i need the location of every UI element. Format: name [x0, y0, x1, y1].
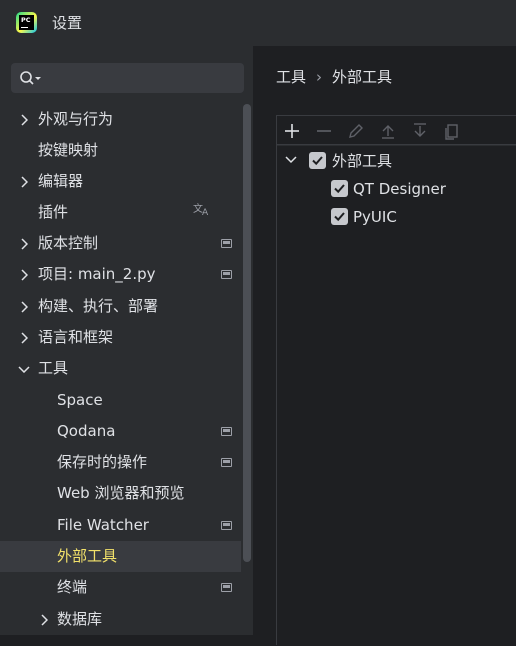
project-level-icon — [221, 583, 232, 592]
sidebar-item-label: 语言和框架 — [38, 328, 114, 346]
sidebar-item-actions-on-save[interactable]: 保存时的操作 — [0, 447, 241, 478]
tool-label: QT Designer — [353, 180, 446, 198]
settings-content: 工具 › 外部工具 外部工具 QT Designer PyUIC — [253, 46, 516, 646]
tool-group-row[interactable]: 外部工具 — [277, 147, 516, 175]
move-up-icon[interactable] — [378, 121, 398, 141]
project-level-icon — [221, 270, 232, 279]
sidebar-item-external-tools[interactable]: 外部工具 — [0, 541, 241, 572]
sidebar-item-tools[interactable]: 工具 — [0, 353, 241, 384]
tool-row[interactable]: PyUIC — [277, 203, 516, 231]
project-level-icon — [221, 458, 232, 467]
sidebar-item-label: 版本控制 — [38, 234, 99, 252]
sidebar-item-label: 插件 — [38, 203, 69, 221]
sidebar-item-label: 数据库 — [57, 610, 103, 628]
pycharm-logo-icon: PC — [16, 12, 37, 33]
sidebar-scrollbar[interactable] — [243, 104, 251, 562]
sidebar-item-label: File Watcher — [57, 516, 149, 534]
move-down-icon[interactable] — [410, 121, 430, 141]
add-icon[interactable] — [282, 121, 302, 141]
sidebar-item-version-control[interactable]: 版本控制 — [0, 228, 241, 259]
sidebar-item-label: 外观与行为 — [38, 110, 114, 128]
search-icon — [20, 71, 41, 85]
project-level-icon — [221, 521, 232, 530]
sidebar-item-label: 保存时的操作 — [57, 453, 148, 471]
external-tools-panel: 外部工具 QT Designer PyUIC — [276, 115, 516, 646]
sidebar-item-space[interactable]: Space — [0, 385, 241, 416]
sidebar-item-label: Web 浏览器和预览 — [57, 484, 185, 502]
chevron-right-icon[interactable] — [17, 291, 31, 322]
project-level-icon — [221, 239, 232, 248]
breadcrumb-current: 外部工具 — [332, 68, 393, 86]
title-bar: PC 设置 — [0, 0, 516, 46]
sidebar-item-label: 按键映射 — [38, 141, 99, 159]
project-level-icon — [221, 427, 232, 436]
chevron-right-icon[interactable] — [17, 228, 31, 259]
sidebar-item-languages[interactable]: 语言和框架 — [0, 322, 241, 353]
chevron-down-icon[interactable] — [17, 353, 31, 384]
copy-icon[interactable] — [442, 121, 462, 141]
chevron-right-icon[interactable] — [37, 604, 51, 635]
chevron-right-icon[interactable] — [17, 104, 31, 135]
sidebar-item-label: 项目: main_2.py — [38, 265, 156, 283]
sidebar-item-label: 编辑器 — [38, 172, 84, 190]
settings-sidebar: 外观与行为 按键映射 编辑器 插件 文 A 版本控制 项目: main_2.py — [0, 46, 253, 635]
external-tools-tree: 外部工具 QT Designer PyUIC — [277, 146, 516, 646]
sidebar-item-plugins[interactable]: 插件 文 A — [0, 197, 241, 228]
sidebar-item-file-watcher[interactable]: File Watcher — [0, 510, 241, 541]
sidebar-item-qodana[interactable]: Qodana — [0, 416, 241, 447]
breadcrumb-parent[interactable]: 工具 — [276, 68, 306, 86]
tools-toolbar — [277, 116, 516, 145]
tool-group-label: 外部工具 — [332, 152, 393, 170]
checkmark-icon — [334, 212, 345, 222]
breadcrumb-separator-icon: › — [316, 68, 323, 86]
sidebar-item-build[interactable]: 构建、执行、部署 — [0, 291, 241, 322]
sidebar-item-label: 终端 — [57, 578, 88, 596]
sidebar-item-label: 构建、执行、部署 — [38, 297, 159, 315]
sidebar-item-label: Qodana — [57, 422, 116, 440]
settings-search-box[interactable] — [11, 63, 244, 93]
sidebar-item-database[interactable]: 数据库 — [0, 604, 241, 635]
sidebar-item-appearance[interactable]: 外观与行为 — [0, 104, 241, 135]
chevron-down-icon[interactable] — [285, 156, 297, 164]
sidebar-item-terminal[interactable]: 终端 — [0, 572, 241, 603]
chevron-right-icon[interactable] — [17, 322, 31, 353]
translate-icon: 文 A — [193, 197, 211, 228]
sidebar-item-editor[interactable]: 编辑器 — [0, 166, 241, 197]
svg-text:A: A — [202, 208, 209, 216]
remove-icon[interactable] — [314, 121, 334, 141]
sidebar-item-label: Space — [57, 391, 103, 409]
tool-checkbox[interactable] — [331, 180, 348, 197]
chevron-right-icon[interactable] — [17, 259, 31, 290]
checkmark-icon — [312, 156, 323, 166]
sidebar-item-label: 工具 — [38, 359, 69, 377]
chevron-right-icon[interactable] — [17, 166, 31, 197]
edit-icon[interactable] — [346, 121, 366, 141]
checkmark-icon — [334, 184, 345, 194]
settings-search-input[interactable] — [47, 67, 237, 89]
breadcrumb: 工具 › 外部工具 — [276, 66, 392, 87]
sidebar-item-keymap[interactable]: 按键映射 — [0, 135, 241, 166]
sidebar-item-web-browsers[interactable]: Web 浏览器和预览 — [0, 478, 241, 509]
sidebar-item-label: 外部工具 — [57, 547, 118, 565]
window-title: 设置 — [52, 14, 83, 32]
tool-label: PyUIC — [353, 208, 397, 226]
sidebar-item-project[interactable]: 项目: main_2.py — [0, 259, 241, 290]
tool-row[interactable]: QT Designer — [277, 175, 516, 203]
tool-checkbox[interactable] — [331, 208, 348, 225]
group-checkbox[interactable] — [309, 152, 326, 169]
